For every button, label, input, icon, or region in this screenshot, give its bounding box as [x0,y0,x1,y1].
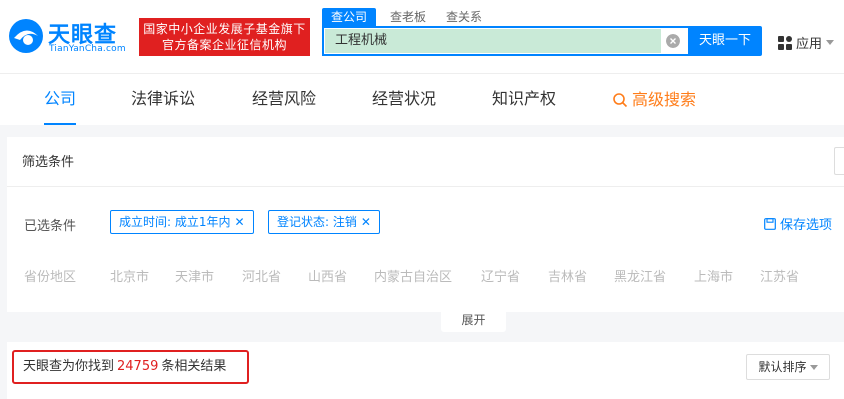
result-suffix: 条相关结果 [161,359,227,374]
selected-conditions-label: 已选条件 [24,219,77,234]
save-options-label: 保存选项 [780,218,833,233]
chevron-down-icon [809,364,818,370]
promo-banner[interactable]: 国家中小企业发展子基金旗下 官方备案企业征信机构 [139,18,310,56]
save-options-button[interactable]: 保存选项 [764,214,832,233]
province-option[interactable]: 北京市 [110,266,149,285]
chevron-down-icon [826,40,835,45]
sort-dropdown[interactable]: 默认排序 [746,354,830,380]
province-option[interactable]: 黑龙江省 [614,266,666,285]
search-tab-boss[interactable]: 查老板 [390,8,426,27]
search-icon [613,92,628,107]
search-button[interactable]: 天眼一下 [688,26,762,56]
filter-title: 筛选条件 [22,155,75,170]
clear-search-icon[interactable] [666,34,680,48]
result-number: 24759 [117,359,159,374]
province-option[interactable]: 江苏省 [760,266,799,285]
search-input[interactable]: 工程机械 [325,29,661,53]
results-bar: 天眼查为你找到 24759 条相关结果 默认排序 [7,342,844,399]
province-option[interactable]: 河北省 [242,266,281,285]
sort-label: 默认排序 [758,360,807,374]
province-option[interactable]: 山西省 [308,266,347,285]
expand-button[interactable]: 展开 [441,311,506,332]
close-icon[interactable]: ✕ [361,215,371,229]
province-option[interactable]: 上海市 [694,266,733,285]
tab-company[interactable]: 公司 [44,74,77,125]
tab-business-status[interactable]: 经营状况 [372,74,436,125]
province-label: 省份地区 [24,270,77,285]
apps-menu[interactable]: 应用 [778,33,835,52]
tab-litigation[interactable]: 法律诉讼 [131,74,195,125]
close-icon[interactable]: ✕ [235,215,245,229]
result-prefix: 天眼查为你找到 [23,359,115,374]
search-tab-company[interactable]: 查公司 [322,8,377,27]
province-option[interactable]: 辽宁省 [481,266,520,285]
save-icon [764,217,776,230]
search-type-tabs: 查公司 查老板 查关系 [322,8,502,27]
top-header: 天眼查 TianYanCha.com 国家中小企业发展子基金旗下 官方备案企业征… [0,0,844,73]
tab-business-risk[interactable]: 经营风险 [252,74,316,125]
tab-advanced-search[interactable]: 高级搜索 [612,74,696,125]
logo-domain: TianYanCha.com [49,44,126,54]
province-option[interactable]: 吉林省 [548,266,587,285]
promo-line-1: 国家中小企业发展子基金旗下 [143,22,306,36]
result-count: 天眼查为你找到 24759 条相关结果 [12,350,249,384]
tab-intellectual-property[interactable]: 知识产权 [492,74,556,125]
advanced-search-label: 高级搜索 [632,90,697,109]
filter-chip-founded[interactable]: 成立时间: 成立1年内 ✕ [110,210,254,234]
search-box: 工程机械 [322,26,688,56]
province-option[interactable]: 天津市 [175,266,214,285]
logo-mark-icon [9,19,43,53]
site-logo[interactable]: 天眼查 TianYanCha.com [8,15,133,57]
apps-grid-icon [778,35,792,50]
filter-panel: 筛选条件 已选条件 成立时间: 成立1年内 ✕ 登记状态: 注销 ✕ 保存选项 省份… [7,137,844,312]
promo-line-2: 官方备案企业征信机构 [161,38,287,52]
apps-label: 应用 [796,37,823,52]
chip-label: 成立时间: 成立1年内 [119,215,231,229]
filter-chip-status[interactable]: 登记状态: 注销 ✕ [268,210,380,234]
filter-divider [7,186,844,187]
filter-toggle-box[interactable] [834,147,844,175]
chip-label: 登记状态: 注销 [277,215,357,229]
province-option[interactable]: 内蒙古自治区 [374,266,452,285]
main-nav: 公司 法律诉讼 经营风险 经营状况 知识产权 高级搜索 [0,73,844,125]
search-tab-relation[interactable]: 查关系 [446,8,482,27]
